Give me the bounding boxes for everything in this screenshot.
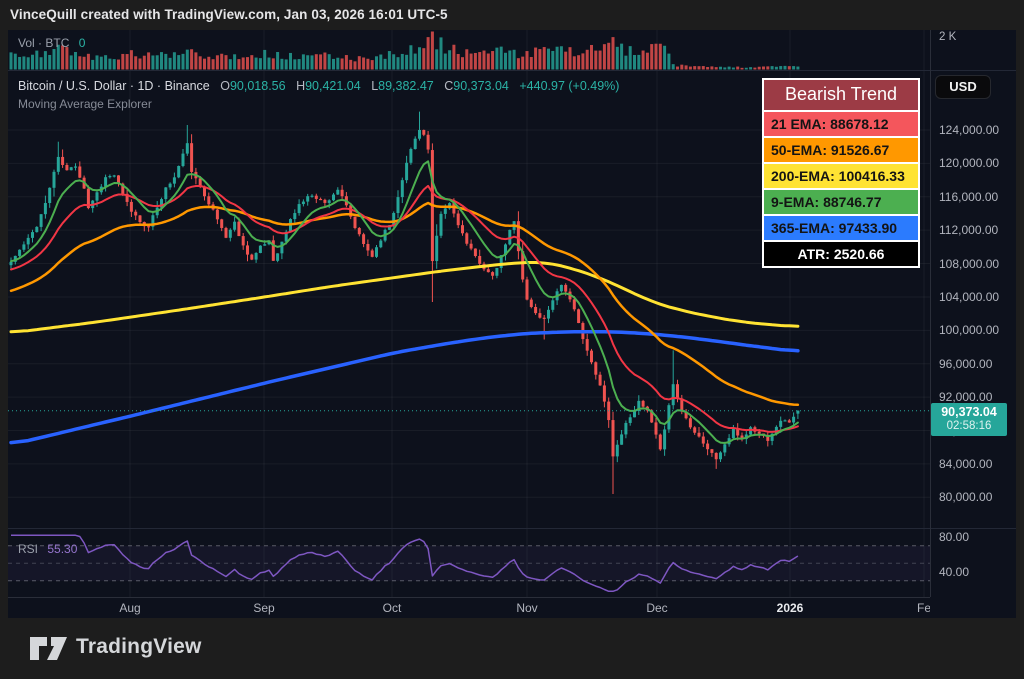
rsi-tick-label: 40.00: [939, 565, 970, 579]
price-tick-label: 116,000.00: [939, 190, 999, 204]
price-tick-label: 100,000.00: [939, 323, 1000, 337]
indicator-label: Moving Average Explorer: [18, 97, 152, 111]
legend-row-4: 365-EMA: 97433.90: [764, 216, 918, 240]
volume-sep: ·: [38, 36, 43, 50]
bar-countdown: 02:58:16: [946, 420, 992, 432]
rsi-legend-row: RSI 55.30: [18, 542, 77, 556]
footer-bar: TradingView: [0, 618, 1024, 679]
currency-button[interactable]: USD: [935, 75, 991, 99]
chart-widget[interactable]: Vol · BTC 0 Bitcoin / U.S. Dollar · 1D ·…: [8, 30, 1016, 618]
price-axis[interactable]: 2 K USD 124,000.00 120,000.00 116,000.00 11…: [930, 30, 1016, 597]
rsi-label: RSI: [18, 542, 39, 556]
legend-row-0: 21 EMA: 88678.12: [764, 112, 918, 136]
volume-symbol: BTC: [45, 36, 70, 50]
current-price-value: 90,373.04: [941, 405, 997, 419]
tradingview-logo-icon[interactable]: [30, 637, 68, 663]
time-axis-label-aug: Aug: [119, 601, 141, 615]
pane-separator-volume[interactable]: [8, 70, 1016, 71]
open-value: 90,018.56: [229, 79, 286, 93]
volume-label: Vol: [18, 36, 35, 50]
legend-row-2: 200-EMA: 100416.33: [764, 164, 918, 188]
price-tick-label: 96,000.00: [939, 357, 993, 371]
price-tick-label: 112,000.00: [939, 223, 999, 237]
change-value: +440.97 (+0.49%): [519, 79, 620, 93]
time-axis-label-sep: Sep: [253, 601, 275, 615]
footer-brand-text[interactable]: TradingView: [76, 635, 202, 659]
symbol-title: Bitcoin / U.S. Dollar · 1D · Binance: [18, 79, 210, 93]
price-tick-label: 92,000.00: [939, 390, 993, 404]
time-axis-label-oct: Oct: [382, 601, 402, 615]
close-value: 90,373.04: [453, 79, 509, 93]
volume-value: 0: [78, 36, 86, 50]
high-value: 90,421.04: [305, 79, 361, 93]
rsi-pane-canvas[interactable]: [8, 528, 930, 597]
attribution-text: VinceQuill created with TradingView.com,…: [10, 7, 448, 22]
rsi-value: 55.30: [47, 542, 78, 556]
rsi-tick-label: 80.00: [939, 530, 970, 544]
price-tick-label: 124,000.00: [939, 123, 1000, 137]
current-price-tag[interactable]: 90,373.04 02:58:16: [931, 403, 1007, 436]
trend-status-badge: Bearish Trend: [764, 80, 918, 110]
legend-row-1: 50-EMA: 91526.67: [764, 138, 918, 162]
volume-axis-tick: 2 K: [939, 31, 957, 43]
pane-separator-rsi[interactable]: [8, 528, 1016, 529]
open-label: O: [220, 79, 230, 93]
high-label: H: [296, 79, 306, 93]
price-tick-label: 108,000.00: [939, 257, 1000, 271]
attribution-bar: VinceQuill created with TradingView.com,…: [0, 0, 1024, 30]
indicator-legend-row: Moving Average Explorer: [18, 97, 152, 111]
legend-row-3: 9-EMA: 88746.77: [764, 190, 918, 214]
price-tick-label: 120,000.00: [939, 156, 1000, 170]
legend-row-5: ATR: 2520.66: [764, 242, 918, 266]
ma-explorer-legend-panel: Bearish Trend 21 EMA: 88678.12 50-EMA: 91…: [762, 78, 920, 268]
volume-legend-row: Vol · BTC 0: [18, 36, 85, 50]
time-axis-label-dec: Dec: [646, 601, 668, 615]
time-axis[interactable]: Aug Sep Oct Nov Dec 2026 Fe: [8, 597, 930, 618]
price-tick-label: 80,000.00: [939, 490, 993, 504]
low-value: 89,382.47: [378, 79, 434, 93]
symbol-legend-row: Bitcoin / U.S. Dollar · 1D · Binance O90…: [18, 79, 619, 93]
price-tick-label: 104,000.00: [939, 290, 1000, 304]
price-tick-label: 84,000.00: [939, 457, 993, 471]
volume-pane-canvas[interactable]: [8, 30, 930, 70]
time-axis-label-fe: Fe: [916, 601, 930, 615]
time-axis-label-2026: 2026: [776, 601, 804, 615]
close-label: C: [444, 79, 454, 93]
time-axis-label-nov: Nov: [516, 601, 538, 615]
